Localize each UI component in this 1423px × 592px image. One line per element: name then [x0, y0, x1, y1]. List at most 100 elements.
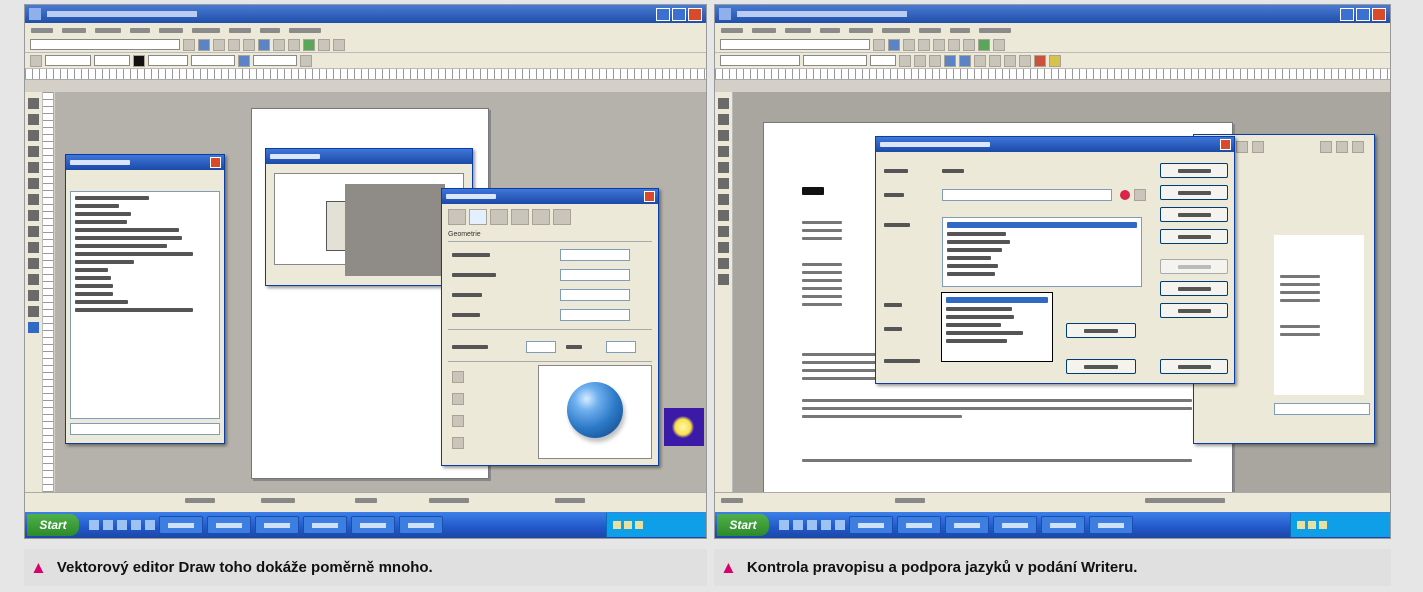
taskbar-button[interactable]: [159, 516, 203, 534]
toolbar-button[interactable]: [933, 38, 945, 51]
close-dialog-button[interactable]: [1160, 359, 1228, 374]
tool-button[interactable]: [718, 130, 729, 141]
toolbar-button[interactable]: [1320, 141, 1332, 153]
toolbar-button[interactable]: [948, 38, 960, 51]
3d-effects-window[interactable]: Geometrie: [441, 188, 659, 466]
tool-button[interactable]: [28, 274, 39, 285]
line-style-select[interactable]: [45, 55, 91, 66]
styles-window[interactable]: [65, 154, 225, 444]
toolbar-button[interactable]: [1352, 141, 1364, 153]
tool-button[interactable]: [28, 130, 39, 141]
font-name-select[interactable]: [803, 55, 867, 66]
maximize-button[interactable]: [1356, 7, 1370, 21]
menu-item[interactable]: [785, 27, 811, 33]
tool-button[interactable]: [28, 322, 39, 333]
taskbar-button[interactable]: [303, 516, 347, 534]
align-button[interactable]: [989, 54, 1001, 67]
menu-item[interactable]: [159, 27, 183, 33]
ignore-button[interactable]: [1160, 163, 1228, 178]
spellcheck-dialog[interactable]: [875, 136, 1235, 384]
taskbar-button[interactable]: [849, 516, 893, 534]
align-button[interactable]: [944, 54, 956, 67]
toolbar-button[interactable]: [1252, 141, 1264, 153]
grey-shape[interactable]: [345, 184, 445, 276]
value-field[interactable]: [560, 289, 630, 301]
maximize-button[interactable]: [672, 7, 686, 21]
quick-launch-icon[interactable]: [793, 520, 803, 530]
replace-all-button[interactable]: [1160, 229, 1228, 244]
document-select[interactable]: [1274, 403, 1370, 415]
minimize-button[interactable]: [656, 7, 670, 21]
tool-button[interactable]: [28, 114, 39, 125]
toolbar-button[interactable]: [963, 38, 975, 51]
value-field[interactable]: [606, 341, 636, 353]
toolbar-button[interactable]: [183, 38, 195, 51]
toolbar-button[interactable]: [273, 38, 285, 51]
italic-button[interactable]: [914, 54, 926, 67]
value-field[interactable]: [560, 269, 630, 281]
tool-button[interactable]: [718, 194, 729, 205]
favorites-tab-icon[interactable]: [553, 209, 571, 225]
toolbar-button[interactable]: [288, 38, 300, 51]
tool-button[interactable]: [28, 306, 39, 317]
tool-button[interactable]: [28, 226, 39, 237]
toolbar-button[interactable]: [888, 38, 900, 51]
toolbar-button[interactable]: [228, 38, 240, 51]
menu-item[interactable]: [31, 27, 53, 33]
toolbar-button[interactable]: [993, 38, 1005, 51]
tray-icon[interactable]: [1297, 521, 1305, 529]
value-field[interactable]: [560, 249, 630, 261]
taskbar-button[interactable]: [945, 516, 989, 534]
tool-button[interactable]: [28, 162, 39, 173]
tool-button[interactable]: [718, 162, 729, 173]
tool-button[interactable]: [718, 242, 729, 253]
tool-button[interactable]: [718, 146, 729, 157]
tray-icon[interactable]: [635, 521, 643, 529]
toolbar-button[interactable]: [873, 38, 885, 51]
backwards-button[interactable]: [1066, 359, 1136, 374]
close-icon[interactable]: [644, 191, 655, 202]
area-fill-select[interactable]: [253, 55, 297, 66]
start-button[interactable]: Start: [27, 514, 79, 536]
value-field[interactable]: [526, 341, 556, 353]
paragraph-style-select[interactable]: [720, 55, 800, 66]
underline-button[interactable]: [929, 54, 941, 67]
tool-button[interactable]: [28, 258, 39, 269]
url-field[interactable]: [30, 39, 180, 50]
url-field[interactable]: [720, 39, 870, 50]
list-button[interactable]: [1004, 54, 1016, 67]
toolbar-button[interactable]: [1236, 141, 1248, 153]
tool-button[interactable]: [718, 274, 729, 285]
menu-item[interactable]: [260, 27, 280, 33]
tool-button[interactable]: [28, 178, 39, 189]
menu-item[interactable]: [950, 27, 970, 33]
tool-button[interactable]: [718, 210, 729, 221]
bold-button[interactable]: [899, 54, 911, 67]
ignore-all-button[interactable]: [1160, 185, 1228, 200]
tool-button[interactable]: [28, 98, 39, 109]
shading-tab-icon[interactable]: [469, 209, 487, 225]
close-icon[interactable]: [210, 157, 221, 168]
suggestions-list[interactable]: [942, 217, 1142, 287]
tool-button[interactable]: [718, 178, 729, 189]
textures-tab-icon[interactable]: [511, 209, 529, 225]
normals-button[interactable]: [452, 393, 464, 405]
quick-launch-icon[interactable]: [131, 520, 141, 530]
menu-item[interactable]: [721, 27, 743, 33]
taskbar-button[interactable]: [1041, 516, 1085, 534]
menu-item[interactable]: [820, 27, 840, 33]
menu-item[interactable]: [849, 27, 873, 33]
taskbar-button[interactable]: [897, 516, 941, 534]
quick-launch-icon[interactable]: [103, 520, 113, 530]
toolbar-button[interactable]: [238, 54, 250, 67]
tray-icon[interactable]: [624, 521, 632, 529]
illumination-tab-icon[interactable]: [490, 209, 508, 225]
toolbar-button[interactable]: [978, 38, 990, 51]
quick-launch-icon[interactable]: [779, 520, 789, 530]
toolbar-button[interactable]: [213, 38, 225, 51]
toolbar-button[interactable]: [133, 54, 145, 67]
menu-item[interactable]: [95, 27, 121, 33]
toolbar-button[interactable]: [318, 38, 330, 51]
close-icon[interactable]: [1220, 139, 1231, 150]
tool-button[interactable]: [28, 242, 39, 253]
